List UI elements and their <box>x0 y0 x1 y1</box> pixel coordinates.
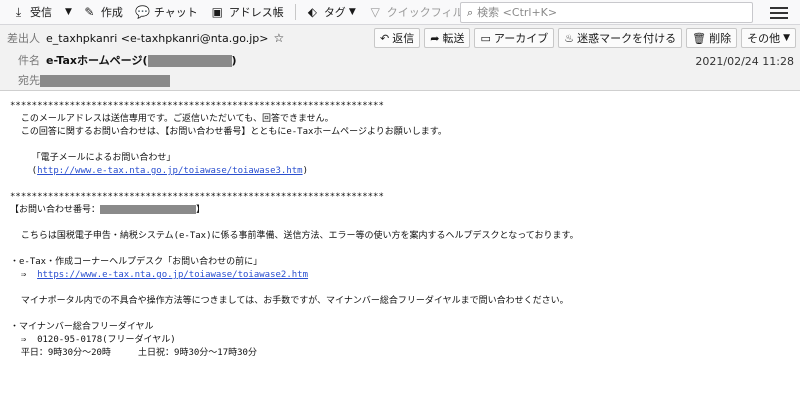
body-line: ⇒ 0120-95-0178(フリーダイヤル) <box>10 335 176 345</box>
helpdesk-link[interactable]: https://www.e-tax.nta.go.jp/toiawase/toi… <box>37 270 308 280</box>
search-box: ⌕ <box>460 2 753 23</box>
chevron-down-icon: ▼ <box>65 7 72 17</box>
hamburger-icon <box>770 12 788 14</box>
subject-value: e-Taxホームページ() <box>46 52 237 68</box>
address-book-icon: ▣ <box>211 4 223 19</box>
junk-label: 迷惑マークを付ける <box>577 32 677 45</box>
forward-button[interactable]: ➦ 転送 <box>424 28 471 48</box>
hamburger-icon <box>770 7 788 9</box>
body-line: こちらは国税電子申告・納税システム(e-Tax)に係る事前準備、送信方法、エラー… <box>10 231 579 241</box>
archive-button[interactable]: ▭ アーカイブ <box>474 28 555 48</box>
body-link-line: ⇒ https://www.e-tax.nta.go.jp/toiawase/t… <box>10 269 790 282</box>
body-line: 「電子メールによるお問い合わせ」 <box>10 153 176 163</box>
from-label: 差出人 <box>7 32 40 45</box>
archive-label: アーカイブ <box>493 32 549 45</box>
search-icon: ⌕ <box>467 5 474 19</box>
other-label: その他 <box>747 32 781 45</box>
to-row: 宛先 <box>0 70 170 90</box>
message-body: ****************************************… <box>0 92 800 400</box>
reply-button[interactable]: ↶ 返信 <box>374 28 421 48</box>
toolbar-separator <box>294 4 296 20</box>
tag-label: タグ <box>323 6 346 19</box>
forward-icon: ➦ <box>430 31 440 45</box>
from-row: 差出人 e_taxhpkanri <e-taxhpkanri@nta.go.jp… <box>0 28 284 48</box>
archive-icon: ▭ <box>480 31 491 45</box>
tag-button[interactable]: ⬖ タグ ▼ <box>300 2 361 23</box>
tag-icon: ⬖ <box>307 4 317 19</box>
subject-suffix: ) <box>231 54 237 67</box>
receive-dropdown-button[interactable]: ▼ <box>59 2 75 23</box>
arrow-prefix: ⇒ <box>10 270 38 280</box>
separator-line: ****************************************… <box>10 192 384 202</box>
redacted-block <box>40 74 170 87</box>
reply-icon: ↶ <box>380 31 390 45</box>
receive-button[interactable]: ⤓ 受信 <box>6 2 57 23</box>
flame-icon: ♨ <box>564 31 575 45</box>
download-icon: ⤓ <box>15 4 22 19</box>
redacted-block <box>100 205 197 214</box>
body-line: このメールアドレスは送信専用です。ご返信いただいても、回答できません。 <box>10 114 334 124</box>
subject-row: 件名 e-Taxホームページ() <box>0 50 237 70</box>
chat-bubble-icon: 💬 <box>134 4 150 19</box>
junk-button[interactable]: ♨ 迷惑マークを付ける <box>558 28 683 48</box>
address-book-button[interactable]: ▣ アドレス帳 <box>205 2 289 23</box>
star-icon[interactable]: ☆ <box>273 31 284 45</box>
delete-label: 削除 <box>709 32 732 45</box>
trash-icon: 🗑 <box>692 31 707 45</box>
compose-button[interactable]: ✎ 作成 <box>77 2 128 23</box>
body-link-line: (http://www.e-tax.nta.go.jp/toiawase/toi… <box>10 165 790 178</box>
other-actions-button[interactable]: その他 ▼ <box>741 28 796 48</box>
body-line: マイナポータル内での不具合や操作方法等につきましては、お手数ですが、マイナンバー… <box>10 296 569 306</box>
filter-icon: ▽ <box>370 4 380 19</box>
body-line: この回答に関するお問い合わせは、【お問い合わせ番号】とともにe-Taxホームペー… <box>10 127 447 137</box>
body-line: 平日：9時30分～20時 土日祝：9時30分～17時30分 <box>10 348 257 358</box>
body-line: ・マイナンバー総合フリーダイヤル <box>10 322 154 332</box>
chevron-down-icon: ▼ <box>348 7 356 17</box>
forward-label: 転送 <box>442 32 465 45</box>
redacted-block <box>147 55 232 67</box>
to-label: 宛先 <box>18 74 40 87</box>
message-header: 差出人 e_taxhpkanri <e-taxhpkanri@nta.go.jp… <box>0 25 800 91</box>
pencil-icon: ✎ <box>84 4 95 19</box>
reply-label: 返信 <box>392 32 415 45</box>
to-value <box>40 74 170 87</box>
address-book-label: アドレス帳 <box>228 6 284 19</box>
reference-label: 【お問い合わせ番号： <box>10 205 101 215</box>
subject-prefix: e-Taxホームページ( <box>46 54 148 67</box>
message-date: 2021/02/24 11:28 <box>695 55 794 68</box>
inquiry-link[interactable]: http://www.e-tax.nta.go.jp/toiawase/toia… <box>37 166 303 176</box>
reference-close: 】 <box>196 205 206 215</box>
paren-close: ) <box>302 166 309 176</box>
chat-label: チャット <box>153 6 198 19</box>
compose-label: 作成 <box>100 6 123 19</box>
chat-button[interactable]: 💬 チャット <box>130 2 203 23</box>
chevron-down-icon: ▼ <box>783 33 790 43</box>
search-input[interactable] <box>477 6 738 19</box>
hamburger-icon <box>770 17 788 19</box>
from-value[interactable]: e_taxhpkanri <e-taxhpkanri@nta.go.jp> <box>46 32 268 45</box>
separator-line: ****************************************… <box>10 101 384 111</box>
subject-label: 件名 <box>18 54 40 67</box>
receive-label: 受信 <box>30 6 52 19</box>
body-line: ・e-Tax・作成コーナーヘルプデスク「お問い合わせの前に」 <box>10 257 263 267</box>
reference-number-line: 【お問い合わせ番号： 】 <box>10 204 790 217</box>
menu-button[interactable] <box>770 4 788 20</box>
message-actions: ↶ 返信 ➦ 転送 ▭ アーカイブ ♨ 迷惑マークを付ける 🗑 削除 その他 ▼ <box>370 28 796 48</box>
paren-open: ( <box>10 166 38 176</box>
delete-button[interactable]: 🗑 削除 <box>686 28 738 48</box>
